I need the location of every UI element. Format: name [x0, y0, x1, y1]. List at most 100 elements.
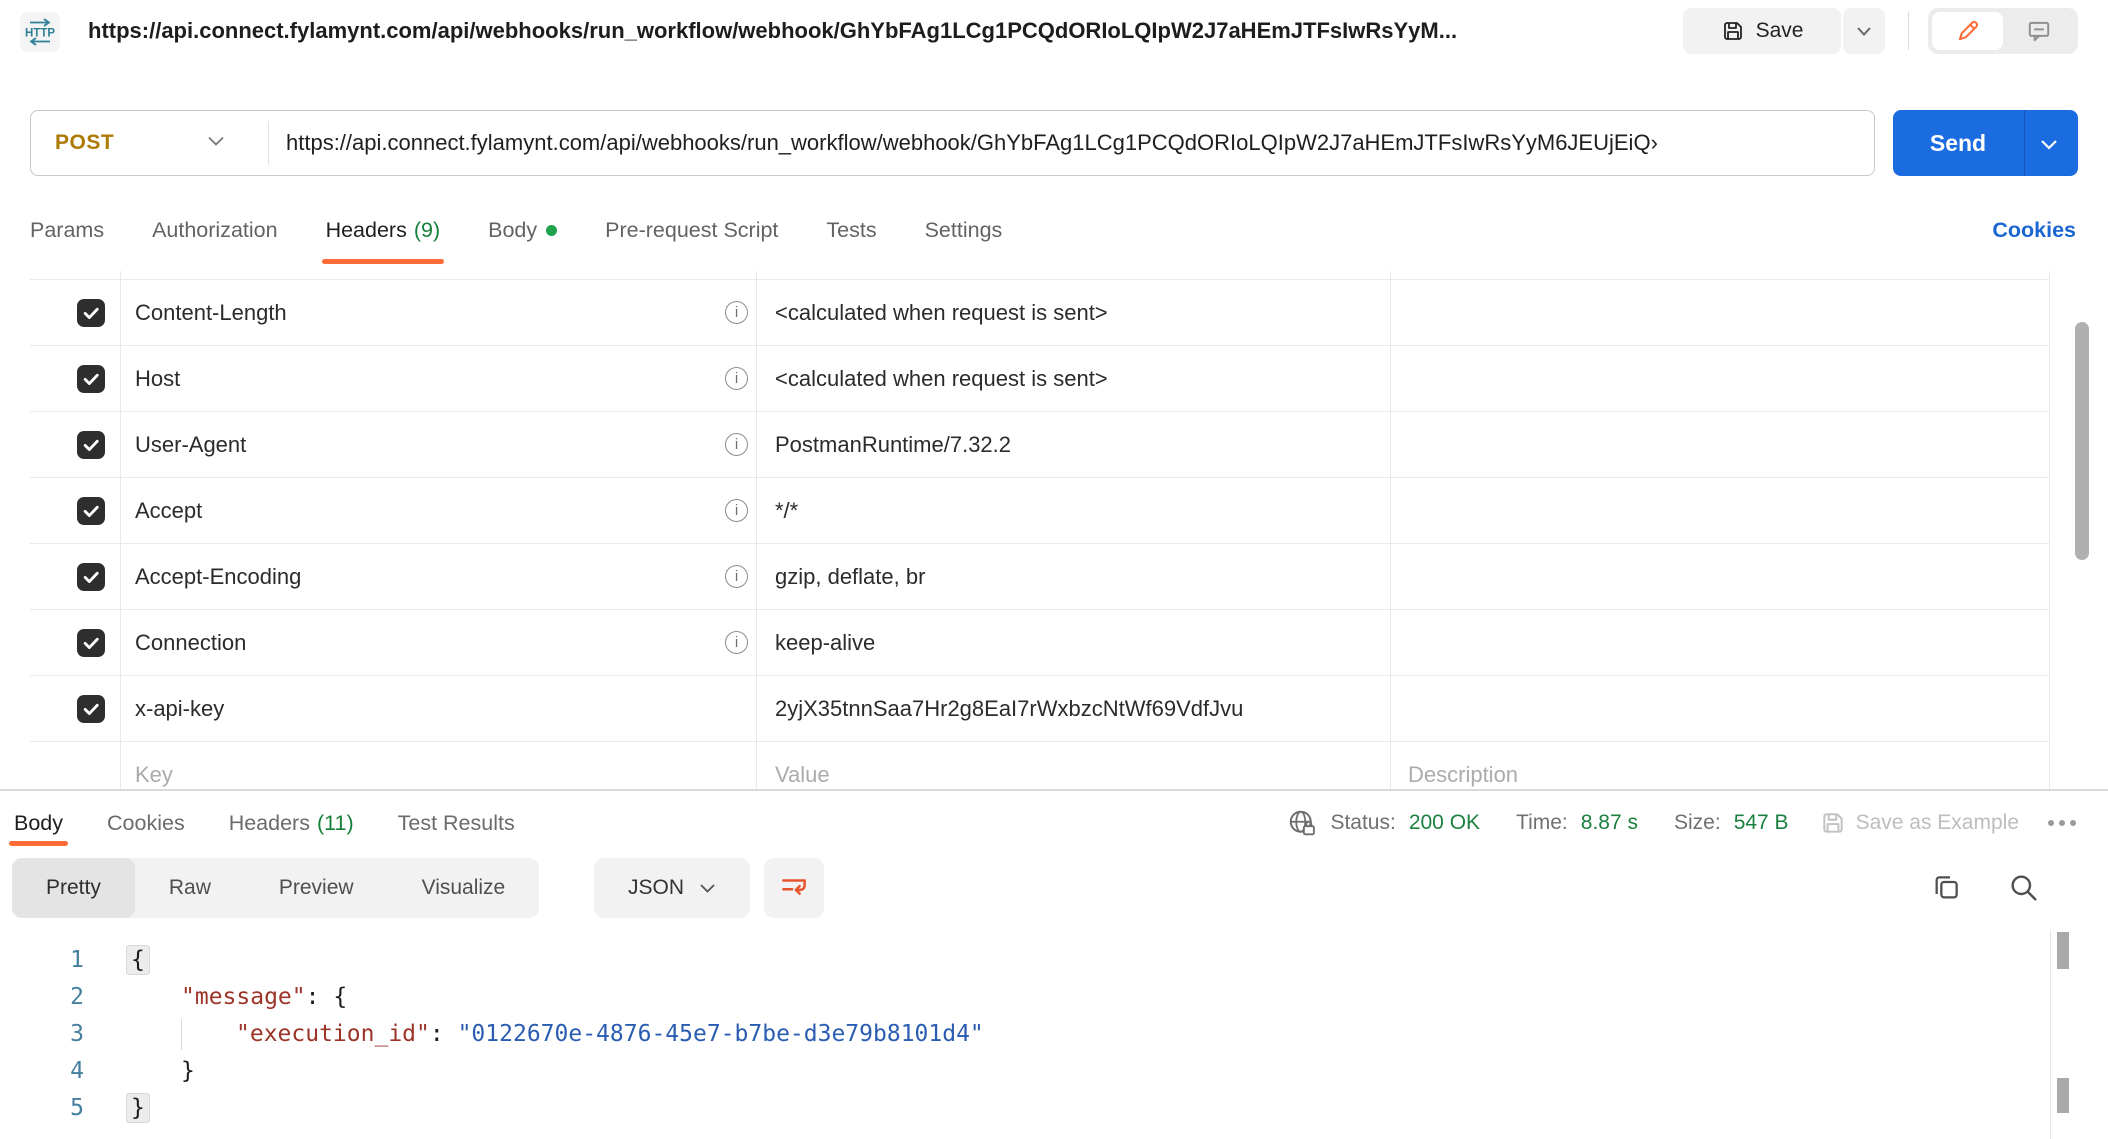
header-value-cell[interactable]: <calculated when request is sent>: [775, 346, 1108, 412]
save-button[interactable]: Save: [1683, 8, 1841, 54]
line-number: 2: [0, 979, 84, 1016]
header-key-cell[interactable]: Host: [135, 346, 180, 412]
response-tab-test-results[interactable]: Test Results: [398, 792, 515, 854]
view-tab-preview[interactable]: Preview: [245, 858, 388, 918]
app-window: HTTP https://api.connect.fylamynt.com/ap…: [0, 0, 2108, 1139]
method-chevron-icon[interactable]: [207, 135, 225, 147]
response-pane-divider[interactable]: [0, 789, 2108, 791]
tab-label: Headers: [326, 218, 407, 243]
header-row-x-api-key: x-api-key 2yjX35tnnSaa7Hr2g8EaI7rWxbzcNtW…: [30, 676, 2050, 742]
url-input[interactable]: https://api.connect.fylamynt.com/api/web…: [286, 111, 1868, 175]
tab-pre-request-script[interactable]: Pre-request Script: [605, 196, 778, 264]
response-meta-bar: Status: 200 OK Time: 8.87 s Size: 547 B …: [1287, 792, 2076, 854]
format-select[interactable]: JSON: [594, 858, 750, 918]
header-checkbox[interactable]: [77, 431, 105, 459]
header-value-cell[interactable]: 2yjX35tnnSaa7Hr2g8EaI7rWxbzcNtWf69VdfJvu: [775, 676, 1243, 742]
new-header-row: Key Value Description: [30, 742, 2050, 790]
header-value-cell[interactable]: gzip, deflate, br: [775, 544, 925, 610]
header-row-host: Hosti<calculated when request is sent>: [30, 346, 2050, 412]
send-options-chevron-icon[interactable]: [2039, 138, 2059, 151]
header-checkbox[interactable]: [77, 695, 105, 723]
info-icon: i: [725, 433, 748, 456]
editor-scrollbar-thumb[interactable]: [2057, 932, 2069, 969]
header-value-cell[interactable]: PostmanRuntime/7.32.2: [775, 412, 1011, 478]
header-checkbox[interactable]: [77, 563, 105, 591]
response-tab-body[interactable]: Body: [14, 792, 63, 854]
cookies-link[interactable]: Cookies: [1992, 196, 2076, 264]
save-options-button[interactable]: [1843, 8, 1885, 54]
response-tab-headers[interactable]: Headers(11): [229, 792, 354, 854]
header-checkbox[interactable]: [77, 629, 105, 657]
editor-scrollbar-thumb[interactable]: [2057, 1078, 2069, 1113]
view-tab-visualize[interactable]: Visualize: [388, 858, 540, 918]
line-number: 3: [0, 1016, 84, 1053]
format-select-value: JSON: [628, 876, 684, 900]
new-description-input[interactable]: Description: [1408, 742, 1518, 790]
fold-marker[interactable]: {: [126, 945, 150, 975]
header-key-cell[interactable]: Accept: [135, 478, 202, 544]
response-tab-cookies[interactable]: Cookies: [107, 792, 185, 854]
new-key-input[interactable]: Key: [135, 742, 173, 790]
header-value-cell[interactable]: */*: [775, 478, 798, 544]
header-checkbox[interactable]: [77, 365, 105, 393]
main-scrollbar-thumb[interactable]: [2075, 322, 2089, 560]
network-globe-icon[interactable]: [1287, 808, 1317, 838]
save-icon: [1820, 810, 1846, 836]
send-split-divider: [2024, 110, 2025, 176]
header-row-content-length: Content-Lengthi<calculated when request …: [30, 280, 2050, 346]
comments-button[interactable]: [2003, 12, 2074, 50]
save-button-label: Save: [1756, 19, 1804, 43]
edit-comment-toggle: [1928, 8, 2078, 54]
tab-body[interactable]: Body: [488, 196, 557, 264]
headers-table-body: Content-Length i <calculated when request …: [30, 280, 2050, 742]
tab-params[interactable]: Params: [30, 196, 104, 264]
time-value[interactable]: 8.87 s: [1581, 811, 1638, 835]
send-button[interactable]: Send: [1893, 110, 2078, 176]
tab-label: Pre-request Script: [605, 218, 778, 243]
column-divider: [2049, 271, 2050, 790]
header-key-cell[interactable]: Connection: [135, 610, 246, 676]
headers-table: Content-Length i <calculated when request …: [30, 271, 2050, 790]
wrap-lines-button[interactable]: [764, 858, 824, 918]
svg-text:HTTP: HTTP: [25, 28, 55, 40]
code-line-3: 3"execution_id": "0122670e-4876-45e7-b7b…: [0, 1016, 2050, 1053]
fold-marker[interactable]: }: [126, 1093, 150, 1123]
header-value-cell[interactable]: <calculated when request is sent>: [775, 280, 1108, 346]
header-key-cell[interactable]: x-api-key: [135, 676, 224, 742]
http-request-icon: HTTP: [20, 12, 60, 52]
tab-settings[interactable]: Settings: [925, 196, 1003, 264]
header-checkbox[interactable]: [77, 299, 105, 327]
line-number: 4: [0, 1053, 84, 1090]
send-button-label: Send: [1893, 110, 2023, 176]
edit-mode-button[interactable]: [1932, 12, 2003, 50]
size-value[interactable]: 547 B: [1734, 811, 1789, 835]
active-tab-underline: [322, 259, 445, 264]
tab-label: Settings: [925, 218, 1003, 243]
tab-headers[interactable]: Headers(9): [326, 196, 441, 264]
save-as-example-button[interactable]: Save as Example: [1820, 810, 2019, 836]
tab-label: Body: [488, 218, 537, 243]
view-tab-pretty[interactable]: Pretty: [12, 858, 135, 918]
search-response-button[interactable]: [2008, 872, 2040, 904]
header-key-cell[interactable]: User-Agent: [135, 412, 246, 478]
response-code[interactable]: 1{2"message": {3"execution_id": "0122670…: [0, 942, 2050, 1127]
code-token: :: [430, 1021, 458, 1047]
view-tab-raw[interactable]: Raw: [135, 858, 245, 918]
tab-authorization[interactable]: Authorization: [152, 196, 278, 264]
copy-response-button[interactable]: [1930, 872, 1962, 904]
header-value-cell[interactable]: keep-alive: [775, 610, 875, 676]
status-value[interactable]: 200 OK: [1409, 811, 1480, 835]
header-key-cell[interactable]: Accept-Encoding: [135, 544, 301, 610]
urlbar-divider: [268, 121, 269, 165]
tab-tests[interactable]: Tests: [826, 196, 876, 264]
more-options-icon[interactable]: [2048, 820, 2076, 826]
code-content: "message": {: [84, 979, 347, 1016]
tab-label: Params: [30, 218, 104, 243]
method-selector[interactable]: POST: [55, 111, 114, 175]
active-tab-underline: [9, 841, 68, 846]
header-checkbox[interactable]: [77, 497, 105, 525]
header-key-cell[interactable]: Content-Length: [135, 280, 287, 346]
new-value-input[interactable]: Value: [775, 742, 830, 790]
search-icon: [2008, 872, 2040, 904]
tab-label: Cookies: [107, 811, 185, 836]
